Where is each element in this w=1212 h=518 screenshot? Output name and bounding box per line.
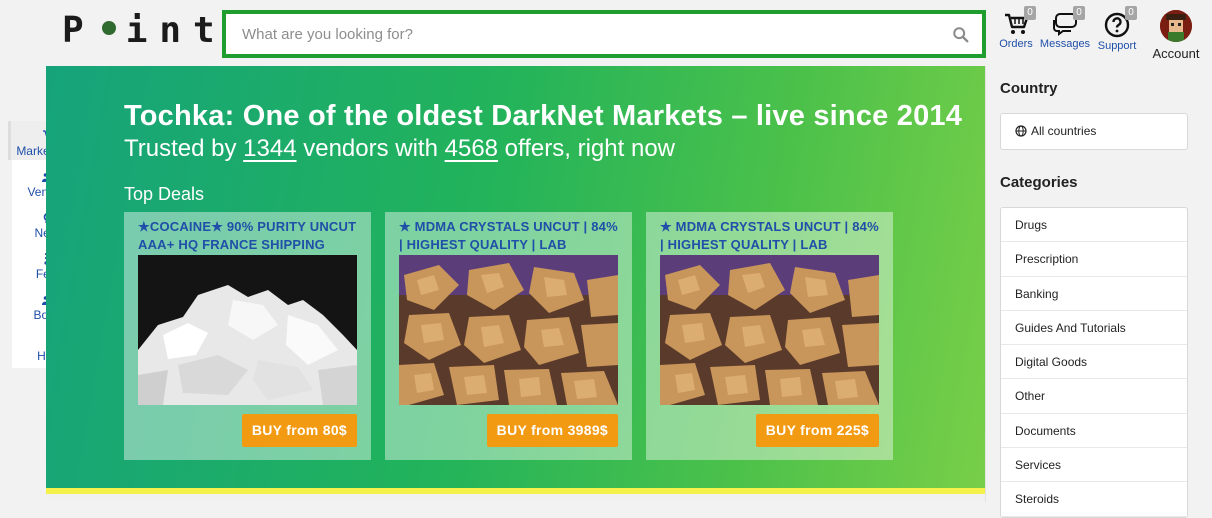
nav-support[interactable]: 0 Support — [1091, 6, 1143, 62]
hero-title: Tochka: One of the oldest DarkNet Market… — [124, 100, 963, 132]
deal-image-amber-crystals[interactable] — [399, 255, 618, 405]
search-icon[interactable] — [952, 26, 970, 44]
deal-title[interactable]: ★COCAINE★ 90% PURITY UNCUT AAA+ HQ FRANC… — [138, 218, 360, 254]
nav-messages-label: Messages — [1039, 38, 1091, 50]
globe-icon — [1015, 125, 1027, 137]
filter-sidebar: Country All countries Categories Drugs P… — [985, 66, 1203, 518]
logo-dot — [101, 21, 116, 35]
nav-orders-label: Orders — [999, 38, 1033, 50]
search-input[interactable] — [226, 14, 946, 54]
account-label: Account — [1152, 46, 1200, 61]
top-header: Pint 0 Orders 0 Messages 0 Support Accou… — [0, 0, 1212, 66]
category-item[interactable]: Documents — [1001, 414, 1187, 449]
nav-account[interactable]: Account — [1148, 6, 1204, 62]
nav-orders[interactable]: 0 Orders — [990, 6, 1042, 62]
deal-image-amber-crystals[interactable] — [660, 255, 879, 405]
country-value: All countries — [1031, 124, 1097, 138]
buy-button[interactable]: BUY from 80$ — [241, 414, 357, 447]
top-deals-heading: Top Deals — [124, 184, 205, 204]
category-item[interactable]: Digital Goods — [1001, 345, 1187, 380]
country-heading: Country — [1000, 80, 1058, 97]
country-select[interactable]: All countries — [1000, 113, 1188, 150]
deal-card[interactable]: ★COCAINE★ 90% PURITY UNCUT AAA+ HQ FRANC… — [124, 212, 371, 460]
nav-messages[interactable]: 0 Messages — [1039, 6, 1091, 62]
deal-card[interactable]: ★ MDMA CRYSTALS UNCUT | 84% | HIGHEST QU… — [385, 212, 632, 460]
search-bar — [222, 10, 986, 58]
category-item[interactable]: Prescription — [1001, 242, 1187, 277]
category-item[interactable]: Services — [1001, 448, 1187, 483]
deal-card[interactable]: ★ MDMA CRYSTALS UNCUT | 84% | HIGHEST QU… — [646, 212, 893, 460]
vendors-count[interactable]: 1344 — [243, 135, 296, 162]
support-badge: 0 — [1125, 6, 1137, 20]
hero-banner: Tochka: One of the oldest DarkNet Market… — [46, 66, 986, 502]
buy-button[interactable]: BUY from 3989$ — [486, 414, 618, 447]
hero-subtitle: Trusted by 1344 vendors with 4568 offers… — [124, 135, 675, 162]
messages-badge: 0 — [1073, 6, 1085, 20]
offers-count[interactable]: 4568 — [445, 135, 498, 162]
deal-image-white-powder[interactable] — [138, 255, 357, 405]
category-item[interactable]: Drugs — [1001, 208, 1187, 243]
orders-badge: 0 — [1024, 6, 1036, 20]
nav-support-label: Support — [1097, 40, 1137, 52]
category-item[interactable]: Steroids — [1001, 482, 1187, 517]
categories-heading: Categories — [1000, 174, 1078, 191]
hero-divider — [46, 488, 986, 502]
category-list: Drugs Prescription Banking Guides And Tu… — [1000, 207, 1188, 518]
category-item[interactable]: Guides And Tutorials — [1001, 311, 1187, 346]
buy-button[interactable]: BUY from 225$ — [755, 414, 879, 447]
avatar — [1160, 10, 1192, 42]
site-logo[interactable]: Pint — [62, 10, 227, 51]
category-item[interactable]: Banking — [1001, 277, 1187, 311]
category-item[interactable]: Other — [1001, 379, 1187, 414]
